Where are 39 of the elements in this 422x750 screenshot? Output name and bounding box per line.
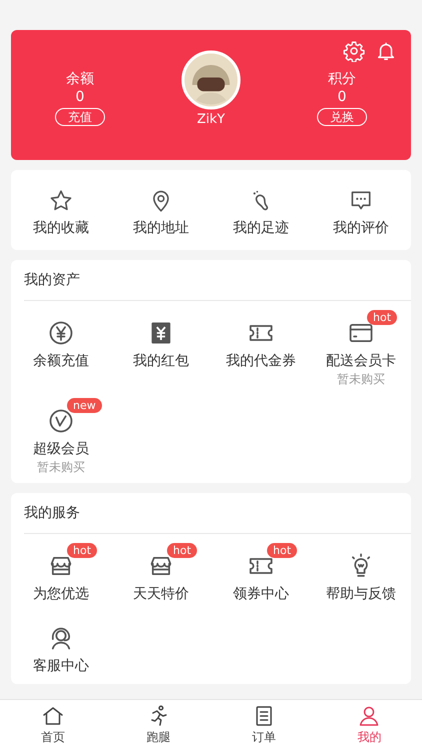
link-label[interactable]: 我的足迹 <box>233 218 289 238</box>
section-title: 我的服务 <box>24 493 411 534</box>
menu-item-label[interactable]: 配送会员卡 <box>326 351 396 371</box>
link-label[interactable]: 我的收藏 <box>33 218 89 238</box>
yen-coin-icon[interactable] <box>47 319 75 347</box>
points-value: 0 <box>338 88 346 106</box>
badge: hot <box>367 310 398 325</box>
settings-icon[interactable] <box>343 40 365 62</box>
section-title: 我的资产 <box>24 260 411 301</box>
points-label: 积分 <box>328 70 356 88</box>
badge: hot <box>167 543 198 558</box>
balance-value: 0 <box>76 88 84 106</box>
tab[interactable]: 跑腿 <box>106 700 211 750</box>
menu-item-label[interactable]: 我的代金券 <box>226 351 296 371</box>
status-text: 暂未购买 <box>37 459 85 475</box>
recharge-button[interactable]: 充值 <box>55 108 105 126</box>
tab[interactable]: 我的 <box>316 700 422 750</box>
menu-item-label[interactable]: 我的红包 <box>133 351 189 371</box>
badge: hot <box>267 543 298 558</box>
redeem-button[interactable]: 兑换 <box>317 108 367 126</box>
menu-item-label[interactable]: 超级会员 <box>33 439 89 459</box>
link-label[interactable]: 我的评价 <box>333 218 389 238</box>
badge: hot <box>67 543 98 558</box>
badge: new <box>67 398 102 413</box>
link-label[interactable]: 我的地址 <box>133 218 189 238</box>
v-circle-icon[interactable] <box>47 407 75 435</box>
menu-item-label[interactable]: 天天特价 <box>133 584 189 604</box>
tab[interactable]: 首页 <box>0 700 106 750</box>
avatar[interactable] <box>181 50 241 110</box>
bell-icon[interactable] <box>375 40 397 62</box>
menu-item-label[interactable]: 为您优选 <box>33 584 89 604</box>
status-text: 暂未购买 <box>337 371 385 387</box>
menu-item-label[interactable]: 帮助与反馈 <box>326 584 396 604</box>
menu-item-label[interactable]: 余额充值 <box>33 351 89 371</box>
menu-item-label[interactable]: 客服中心 <box>33 656 89 676</box>
tab[interactable]: 订单 <box>211 700 316 750</box>
menu-item-label[interactable]: 领券中心 <box>233 584 289 604</box>
balance-label: 余额 <box>66 70 94 88</box>
username: ZikY <box>197 112 225 127</box>
